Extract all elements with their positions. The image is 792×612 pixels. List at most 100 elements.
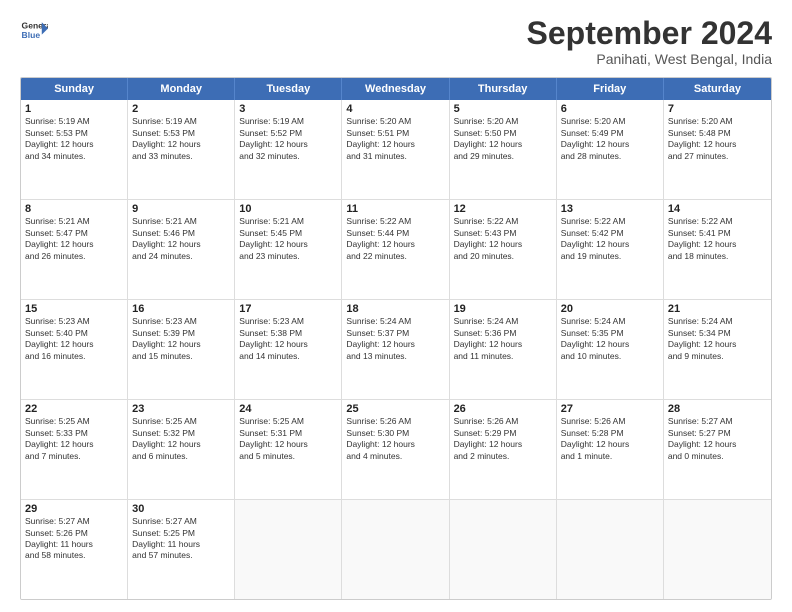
cell-line: Sunset: 5:42 PM — [561, 228, 659, 239]
calendar-cell: 27Sunrise: 5:26 AMSunset: 5:28 PMDayligh… — [557, 400, 664, 499]
calendar-header: SundayMondayTuesdayWednesdayThursdayFrid… — [21, 78, 771, 100]
day-number: 24 — [239, 403, 337, 415]
cell-line: Sunset: 5:44 PM — [346, 228, 444, 239]
day-number: 22 — [25, 403, 123, 415]
calendar-cell: 20Sunrise: 5:24 AMSunset: 5:35 PMDayligh… — [557, 300, 664, 399]
cell-line: Sunset: 5:37 PM — [346, 328, 444, 339]
day-number: 30 — [132, 503, 230, 515]
cell-line: and 14 minutes. — [239, 351, 337, 362]
calendar-cell: 2Sunrise: 5:19 AMSunset: 5:53 PMDaylight… — [128, 100, 235, 199]
cell-line: Sunset: 5:48 PM — [668, 128, 767, 139]
day-number: 21 — [668, 303, 767, 315]
cell-line: and 6 minutes. — [132, 451, 230, 462]
calendar-cell: 1Sunrise: 5:19 AMSunset: 5:53 PMDaylight… — [21, 100, 128, 199]
calendar-cell: 13Sunrise: 5:22 AMSunset: 5:42 PMDayligh… — [557, 200, 664, 299]
day-number: 23 — [132, 403, 230, 415]
cell-line: Sunset: 5:53 PM — [132, 128, 230, 139]
cell-line: Sunset: 5:40 PM — [25, 328, 123, 339]
location-subtitle: Panihati, West Bengal, India — [527, 51, 772, 67]
calendar-cell: 5Sunrise: 5:20 AMSunset: 5:50 PMDaylight… — [450, 100, 557, 199]
cell-line: Sunset: 5:34 PM — [668, 328, 767, 339]
calendar-cell: 6Sunrise: 5:20 AMSunset: 5:49 PMDaylight… — [557, 100, 664, 199]
calendar-cell — [235, 500, 342, 599]
cell-line: Sunrise: 5:22 AM — [454, 216, 552, 227]
calendar-cell: 28Sunrise: 5:27 AMSunset: 5:27 PMDayligh… — [664, 400, 771, 499]
cell-line: Daylight: 12 hours — [454, 439, 552, 450]
cell-line: Sunset: 5:51 PM — [346, 128, 444, 139]
day-number: 27 — [561, 403, 659, 415]
cell-line: and 34 minutes. — [25, 151, 123, 162]
cell-line: Sunset: 5:30 PM — [346, 428, 444, 439]
cell-line: Sunset: 5:31 PM — [239, 428, 337, 439]
cell-line: Sunrise: 5:26 AM — [346, 416, 444, 427]
cell-line: Daylight: 12 hours — [25, 239, 123, 250]
cell-line: Sunrise: 5:23 AM — [239, 316, 337, 327]
cell-line: Sunrise: 5:20 AM — [561, 116, 659, 127]
calendar-cell: 30Sunrise: 5:27 AMSunset: 5:25 PMDayligh… — [128, 500, 235, 599]
cell-line: Sunrise: 5:21 AM — [132, 216, 230, 227]
cell-line: Sunrise: 5:24 AM — [454, 316, 552, 327]
cell-line: Sunrise: 5:26 AM — [454, 416, 552, 427]
cell-line: Sunset: 5:39 PM — [132, 328, 230, 339]
cell-line: and 5 minutes. — [239, 451, 337, 462]
cell-line: and 22 minutes. — [346, 251, 444, 262]
cell-line: and 58 minutes. — [25, 550, 123, 561]
cell-line: and 18 minutes. — [668, 251, 767, 262]
cell-line: Sunset: 5:43 PM — [454, 228, 552, 239]
cell-line: Daylight: 12 hours — [25, 339, 123, 350]
calendar-cell: 29Sunrise: 5:27 AMSunset: 5:26 PMDayligh… — [21, 500, 128, 599]
svg-text:Blue: Blue — [22, 30, 41, 40]
day-number: 11 — [346, 203, 444, 215]
calendar-cell: 25Sunrise: 5:26 AMSunset: 5:30 PMDayligh… — [342, 400, 449, 499]
cell-line: and 19 minutes. — [561, 251, 659, 262]
cell-line: Sunrise: 5:27 AM — [132, 516, 230, 527]
cell-line: and 1 minute. — [561, 451, 659, 462]
calendar-body: 1Sunrise: 5:19 AMSunset: 5:53 PMDaylight… — [21, 100, 771, 599]
cell-line: and 15 minutes. — [132, 351, 230, 362]
cell-line: Sunrise: 5:25 AM — [239, 416, 337, 427]
calendar-cell: 7Sunrise: 5:20 AMSunset: 5:48 PMDaylight… — [664, 100, 771, 199]
cell-line: Sunrise: 5:19 AM — [132, 116, 230, 127]
day-number: 15 — [25, 303, 123, 315]
cell-line: Daylight: 12 hours — [132, 139, 230, 150]
cell-line: Sunrise: 5:20 AM — [454, 116, 552, 127]
cell-line: Sunset: 5:35 PM — [561, 328, 659, 339]
day-number: 4 — [346, 103, 444, 115]
cell-line: Sunset: 5:32 PM — [132, 428, 230, 439]
calendar-cell: 8Sunrise: 5:21 AMSunset: 5:47 PMDaylight… — [21, 200, 128, 299]
logo-icon: General Blue — [20, 16, 48, 44]
calendar-row: 8Sunrise: 5:21 AMSunset: 5:47 PMDaylight… — [21, 200, 771, 300]
cell-line: Sunrise: 5:20 AM — [346, 116, 444, 127]
calendar-cell: 21Sunrise: 5:24 AMSunset: 5:34 PMDayligh… — [664, 300, 771, 399]
calendar-cell: 10Sunrise: 5:21 AMSunset: 5:45 PMDayligh… — [235, 200, 342, 299]
cell-line: Sunrise: 5:22 AM — [561, 216, 659, 227]
day-number: 5 — [454, 103, 552, 115]
cell-line: Daylight: 12 hours — [454, 139, 552, 150]
cell-line: Sunset: 5:52 PM — [239, 128, 337, 139]
calendar-cell: 15Sunrise: 5:23 AMSunset: 5:40 PMDayligh… — [21, 300, 128, 399]
cell-line: Sunrise: 5:25 AM — [25, 416, 123, 427]
day-number: 12 — [454, 203, 552, 215]
cell-line: Daylight: 12 hours — [668, 339, 767, 350]
cell-line: Sunset: 5:36 PM — [454, 328, 552, 339]
calendar-cell: 9Sunrise: 5:21 AMSunset: 5:46 PMDaylight… — [128, 200, 235, 299]
cell-line: and 10 minutes. — [561, 351, 659, 362]
cell-line: Sunrise: 5:23 AM — [132, 316, 230, 327]
calendar-cell: 23Sunrise: 5:25 AMSunset: 5:32 PMDayligh… — [128, 400, 235, 499]
cell-line: Daylight: 12 hours — [346, 439, 444, 450]
cell-line: Sunset: 5:50 PM — [454, 128, 552, 139]
cell-line: Sunrise: 5:22 AM — [346, 216, 444, 227]
cell-line: Sunrise: 5:27 AM — [668, 416, 767, 427]
title-block: September 2024 Panihati, West Bengal, In… — [527, 16, 772, 67]
cell-line: Daylight: 12 hours — [239, 139, 337, 150]
cell-line: Sunrise: 5:19 AM — [239, 116, 337, 127]
day-number: 14 — [668, 203, 767, 215]
cell-line: Daylight: 12 hours — [668, 439, 767, 450]
calendar-cell: 26Sunrise: 5:26 AMSunset: 5:29 PMDayligh… — [450, 400, 557, 499]
month-title: September 2024 — [527, 16, 772, 51]
calendar-cell: 12Sunrise: 5:22 AMSunset: 5:43 PMDayligh… — [450, 200, 557, 299]
cell-line: and 0 minutes. — [668, 451, 767, 462]
cell-line: Daylight: 12 hours — [561, 439, 659, 450]
cell-line: Sunset: 5:47 PM — [25, 228, 123, 239]
cell-line: Daylight: 12 hours — [132, 339, 230, 350]
